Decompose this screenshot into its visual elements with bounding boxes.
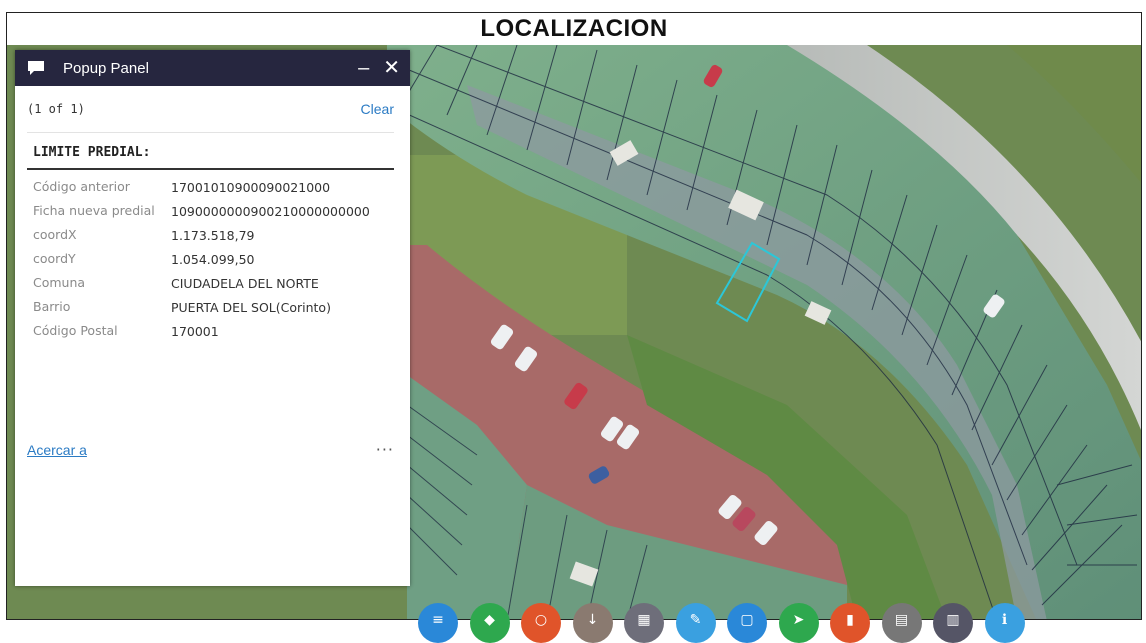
attribute-key: Código anterior <box>33 179 130 194</box>
attribute-key: Barrio <box>33 299 71 314</box>
attribute-row: Comuna CIUDADELA DEL NORTE <box>27 272 394 296</box>
attribute-row: Barrio PUERTA DEL SOL(Corinto) <box>27 296 394 320</box>
attribute-value: PUERTA DEL SOL(Corinto) <box>171 300 331 315</box>
info-tool-button[interactable]: ℹ <box>984 603 1025 643</box>
attribute-value: CIUDADELA DEL NORTE <box>171 276 319 291</box>
print-tool-button[interactable]: ▢ <box>727 603 767 643</box>
measure-tool-button[interactable]: ↓ <box>572 603 613 643</box>
draw-icon: ✎ <box>689 612 702 628</box>
table-icon: ▥ <box>946 612 960 628</box>
minimize-button[interactable]: – <box>358 58 369 78</box>
attribute-key: coordY <box>33 251 76 266</box>
attribute-value: 1090000000900210000000000 <box>171 204 370 219</box>
attribute-row: coordY 1.054.099,50 <box>27 248 394 272</box>
list-tool-button[interactable]: ≡ <box>418 603 458 643</box>
attribute-row: coordX 1.173.518,79 <box>27 224 394 248</box>
attribute-value: 170001 <box>171 324 219 339</box>
share-tool-button[interactable]: ➤ <box>778 603 819 643</box>
page-title: LOCALIZACION <box>480 15 668 42</box>
chat-bubble-icon <box>28 61 44 75</box>
more-options-button[interactable]: ··· <box>376 440 394 459</box>
bookmark-tool-button[interactable]: ▮ <box>830 603 870 643</box>
popup-body: (1 of 1) Clear LIMITE PREDIAL: Código an… <box>15 86 410 586</box>
attribute-value: 1.173.518,79 <box>171 228 255 243</box>
layers-tool-button[interactable]: ◆ <box>469 603 510 643</box>
popup-footer: Acercar a ··· <box>27 440 394 459</box>
title-bar: LOCALIZACION <box>7 13 1141 46</box>
info-icon: ℹ <box>1001 612 1008 628</box>
layer-title: LIMITE PREDIAL: <box>27 133 394 170</box>
attribute-row: Código anterior 17001010900090021000 <box>27 176 394 200</box>
list-icon: ≡ <box>432 612 444 628</box>
pagination-row: (1 of 1) Clear <box>27 86 394 133</box>
grid-icon: ▦ <box>637 612 651 628</box>
attribute-row: Código Postal 170001 <box>27 320 394 344</box>
measure-icon: ↓ <box>586 612 599 628</box>
attribute-key: coordX <box>33 227 77 242</box>
attribute-value: 17001010900090021000 <box>171 180 331 195</box>
grid-tool-button[interactable]: ▦ <box>624 603 664 643</box>
basemap-tool-button[interactable]: ▤ <box>881 603 922 643</box>
print-icon: ▢ <box>740 612 754 628</box>
attribute-row: Ficha nueva predial 10900000009002100000… <box>27 200 394 224</box>
popup-panel: Popup Panel – ✕ (1 of 1) Clear LIMITE PR… <box>15 50 410 586</box>
popup-title: Popup Panel <box>63 59 149 77</box>
bookmark-icon: ▮ <box>846 612 854 628</box>
clear-link[interactable]: Clear <box>361 101 394 117</box>
popup-header: Popup Panel – ✕ <box>15 50 410 86</box>
search-icon: ○ <box>534 612 548 628</box>
attribute-key: Código Postal <box>33 323 118 338</box>
draw-tool-button[interactable]: ✎ <box>675 603 716 643</box>
attribute-key: Ficha nueva predial <box>33 203 155 218</box>
zoom-to-link[interactable]: Acercar a <box>27 442 87 458</box>
pagination-text: (1 of 1) <box>27 102 85 116</box>
close-button[interactable]: ✕ <box>383 58 400 78</box>
layers-icon: ◆ <box>484 612 495 628</box>
attribute-value: 1.054.099,50 <box>171 252 255 267</box>
share-icon: ➤ <box>792 612 805 628</box>
search-tool-button[interactable]: ○ <box>521 603 561 643</box>
attributes-table: Código anterior 17001010900090021000 Fic… <box>27 176 394 344</box>
attribute-key: Comuna <box>33 275 86 290</box>
table-tool-button[interactable]: ▥ <box>933 603 973 643</box>
basemap-icon: ▤ <box>894 612 909 628</box>
